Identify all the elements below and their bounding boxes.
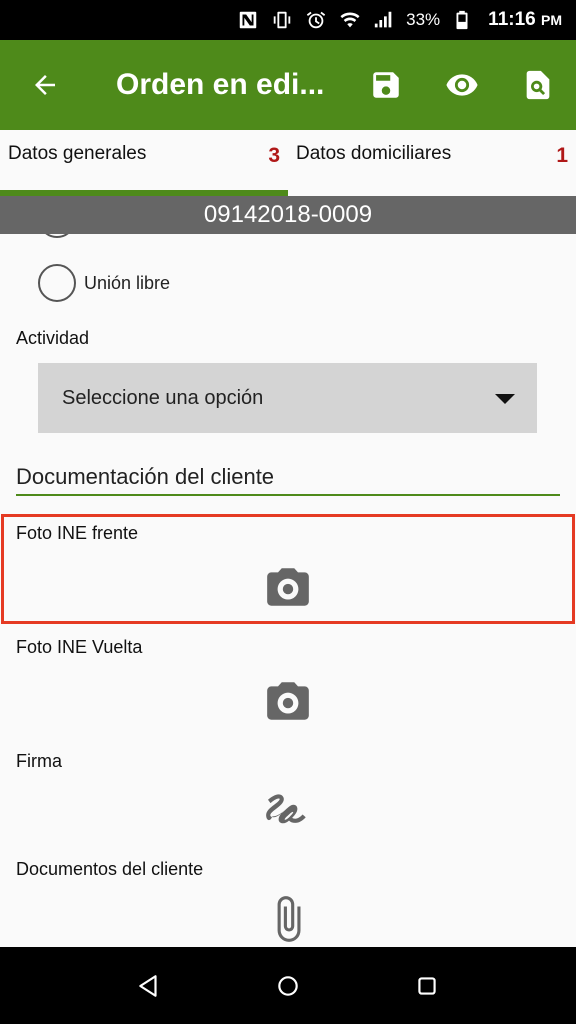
save-button[interactable]: [348, 40, 424, 130]
tab-datos-generales[interactable]: Datos generales 3: [0, 130, 288, 196]
doc-label-signature: Firma: [16, 751, 62, 771]
tab-label: Datos domiciliares: [296, 143, 452, 164]
system-nav-bar: [0, 947, 576, 1024]
doc-label-ine-front: Foto INE frente: [16, 523, 139, 543]
app-bar: Orden en edi...: [0, 40, 576, 130]
camera-icon[interactable]: [263, 562, 313, 612]
alarm-icon: [304, 8, 328, 32]
tab-bar: Datos generales 3 Datos domiciliares 1: [0, 130, 576, 196]
radio-label: Unión libre: [84, 272, 171, 293]
battery-percentage: 33%: [406, 10, 441, 29]
camera-icon[interactable]: [263, 676, 313, 726]
tab-count-badge: 3: [268, 144, 280, 167]
search-document-button[interactable]: [500, 40, 576, 130]
tab-count-badge: 1: [556, 144, 568, 167]
battery-icon: [450, 8, 474, 32]
nav-recents-button[interactable]: [397, 956, 457, 1016]
nav-home-button[interactable]: [258, 956, 318, 1016]
square-recents-icon: [417, 976, 436, 995]
dropdown-arrow-icon: [495, 394, 515, 404]
page-title: Orden en edi...: [116, 68, 325, 101]
preview-button[interactable]: [424, 40, 500, 130]
activity-select[interactable]: Seleccione una opción: [38, 363, 537, 433]
search-document-icon: [526, 70, 550, 100]
form-content[interactable]: Unión libre Actividad Seleccione una opc…: [0, 234, 576, 947]
vibrate-icon: [270, 8, 294, 32]
circle-home-icon: [278, 975, 298, 996]
tab-datos-domiciliares[interactable]: Datos domiciliares 1: [288, 130, 576, 196]
select-value: Seleccione una opción: [62, 386, 264, 409]
triangle-back-icon: [139, 974, 157, 997]
order-number: 09142018-0009: [0, 196, 576, 234]
nfc-icon: [236, 8, 260, 32]
radio-button-partial[interactable]: [38, 234, 76, 250]
arrow-left-icon: [35, 75, 55, 95]
cell-signal-icon: [372, 8, 396, 32]
back-button[interactable]: [0, 40, 90, 130]
signature-icon[interactable]: [263, 786, 313, 836]
status-bar: 33% 11:16 PM: [0, 0, 576, 40]
paperclip-icon[interactable]: [263, 894, 313, 944]
doc-label-ine-back: Foto INE Vuelta: [16, 637, 143, 657]
activity-label: Actividad: [16, 328, 90, 348]
wifi-icon: [338, 8, 362, 32]
section-title: Documentación del cliente: [16, 464, 560, 496]
save-icon: [373, 72, 399, 98]
radio-union-libre[interactable]: Unión libre: [38, 264, 170, 302]
clock: 11:16 PM: [488, 9, 562, 30]
radio-circle: [38, 264, 76, 302]
eye-icon: [446, 74, 478, 96]
tab-label: Datos generales: [8, 143, 147, 164]
nav-back-button[interactable]: [119, 956, 179, 1016]
doc-label-client-documents: Documentos del cliente: [16, 859, 204, 879]
